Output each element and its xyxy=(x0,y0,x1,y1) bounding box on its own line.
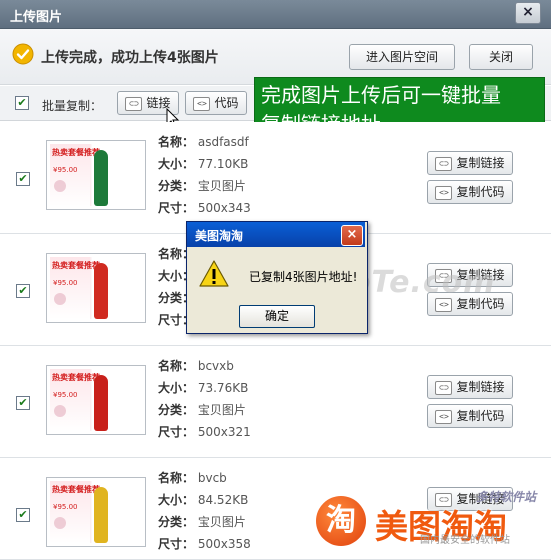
thumb-headline: 热卖套餐推荐 xyxy=(52,485,100,494)
code-icon: <> xyxy=(193,96,211,111)
thumb-price: ¥95.00 xyxy=(53,503,78,511)
warning-icon xyxy=(199,260,229,287)
select-all-checkbox[interactable]: ✔ xyxy=(15,96,29,110)
link-icon: ⊂⊃ xyxy=(435,156,453,171)
model-figure xyxy=(94,263,109,319)
image-category: 宝贝图片 xyxy=(197,515,246,529)
link-icon: ⊂⊃ xyxy=(435,380,453,395)
copy-code-button[interactable]: <> 复制代码 xyxy=(427,180,513,204)
thumb-price: ¥95.00 xyxy=(53,391,78,399)
image-category: 宝贝图片 xyxy=(197,179,246,193)
dialog-titlebar: 美图淘淘 xyxy=(187,222,365,247)
model-figure xyxy=(94,487,109,543)
row-checkbox[interactable]: ✔ xyxy=(16,172,30,186)
close-button[interactable]: 关闭 xyxy=(469,44,533,70)
image-meta: 名称： asdfasdf 大小： 77.10KB 分类： 宝贝图片 尺寸： 50… xyxy=(158,135,251,215)
image-size: 73.76KB xyxy=(197,381,249,395)
thumb-headline: 热卖套餐推荐 xyxy=(52,261,100,270)
image-category: 宝贝图片 xyxy=(197,403,246,417)
upload-status-text: 上传完成，成功上传4张图片 xyxy=(41,50,219,66)
image-thumbnail[interactable]: 热卖套餐推荐 ¥95.00 xyxy=(46,253,146,323)
image-name: bvcb xyxy=(197,471,227,485)
image-size: 77.10KB xyxy=(197,157,249,171)
model-figure xyxy=(94,150,109,206)
image-name: asdfasdf xyxy=(197,135,249,149)
dialog-ok-button[interactable]: 确定 xyxy=(239,305,315,328)
thumb-headline: 热卖套餐推荐 xyxy=(52,373,100,382)
dialog-title: 美图淘淘 xyxy=(195,229,244,243)
callout-line-1: 完成图片上传后可一键批量 xyxy=(261,83,501,107)
row-checkbox[interactable]: ✔ xyxy=(16,508,30,522)
image-size: 84.52KB xyxy=(197,493,249,507)
window-titlebar xyxy=(0,0,551,29)
link-icon: ⊂⊃ xyxy=(125,96,143,111)
code-icon: <> xyxy=(435,409,453,424)
image-dimensions: 500x321 xyxy=(197,425,251,439)
image-thumbnail[interactable]: 热卖套餐推荐 ¥95.00 xyxy=(46,477,146,547)
thumb-headline: 热卖套餐推荐 xyxy=(52,148,100,157)
image-dimensions: 500x358 xyxy=(197,537,251,551)
copy-link-button[interactable]: ⊂⊃ 复制链接 xyxy=(427,375,513,399)
window-title: 上传图片 xyxy=(10,10,63,25)
dialog-message: 已复制4张图片地址! xyxy=(249,270,358,284)
model-figure xyxy=(94,375,109,431)
dialog-close-button[interactable]: × xyxy=(341,225,363,246)
success-check-icon xyxy=(12,43,34,65)
batch-copy-code-button[interactable]: <> 代码 xyxy=(185,91,247,115)
site-tagline: 国内最安全的软件站 xyxy=(420,535,510,546)
image-thumbnail[interactable]: 热卖套餐推荐 ¥95.00 xyxy=(46,365,146,435)
enter-image-space-button[interactable]: 进入图片空间 xyxy=(349,44,455,70)
image-meta: 名称： bvcb 大小： 84.52KB 分类： 宝贝图片 尺寸： 500x35… xyxy=(158,471,251,551)
image-name: bcvxb xyxy=(197,359,234,373)
batch-copy-code-label: 代码 xyxy=(214,96,239,110)
window-close-button[interactable]: × xyxy=(515,2,541,24)
batch-copy-label: 批量复制： xyxy=(42,99,103,113)
app-logo-icon: 淘 xyxy=(316,496,366,546)
thumb-price: ¥95.00 xyxy=(53,166,78,174)
row-checkbox[interactable]: ✔ xyxy=(16,284,30,298)
image-dimensions: 500x343 xyxy=(197,201,251,215)
code-icon: <> xyxy=(435,185,453,200)
thumb-price: ¥95.00 xyxy=(53,279,78,287)
copy-code-button[interactable]: <> 复制代码 xyxy=(427,404,513,428)
copy-link-button[interactable]: ⊂⊃ 复制链接 xyxy=(427,151,513,175)
image-meta: 名称： bcvxb 大小： 73.76KB 分类： 宝贝图片 尺寸： 500x3… xyxy=(158,359,251,439)
row-checkbox[interactable]: ✔ xyxy=(16,396,30,410)
image-thumbnail[interactable]: 热卖套餐推荐 ¥95.00 xyxy=(46,140,146,210)
